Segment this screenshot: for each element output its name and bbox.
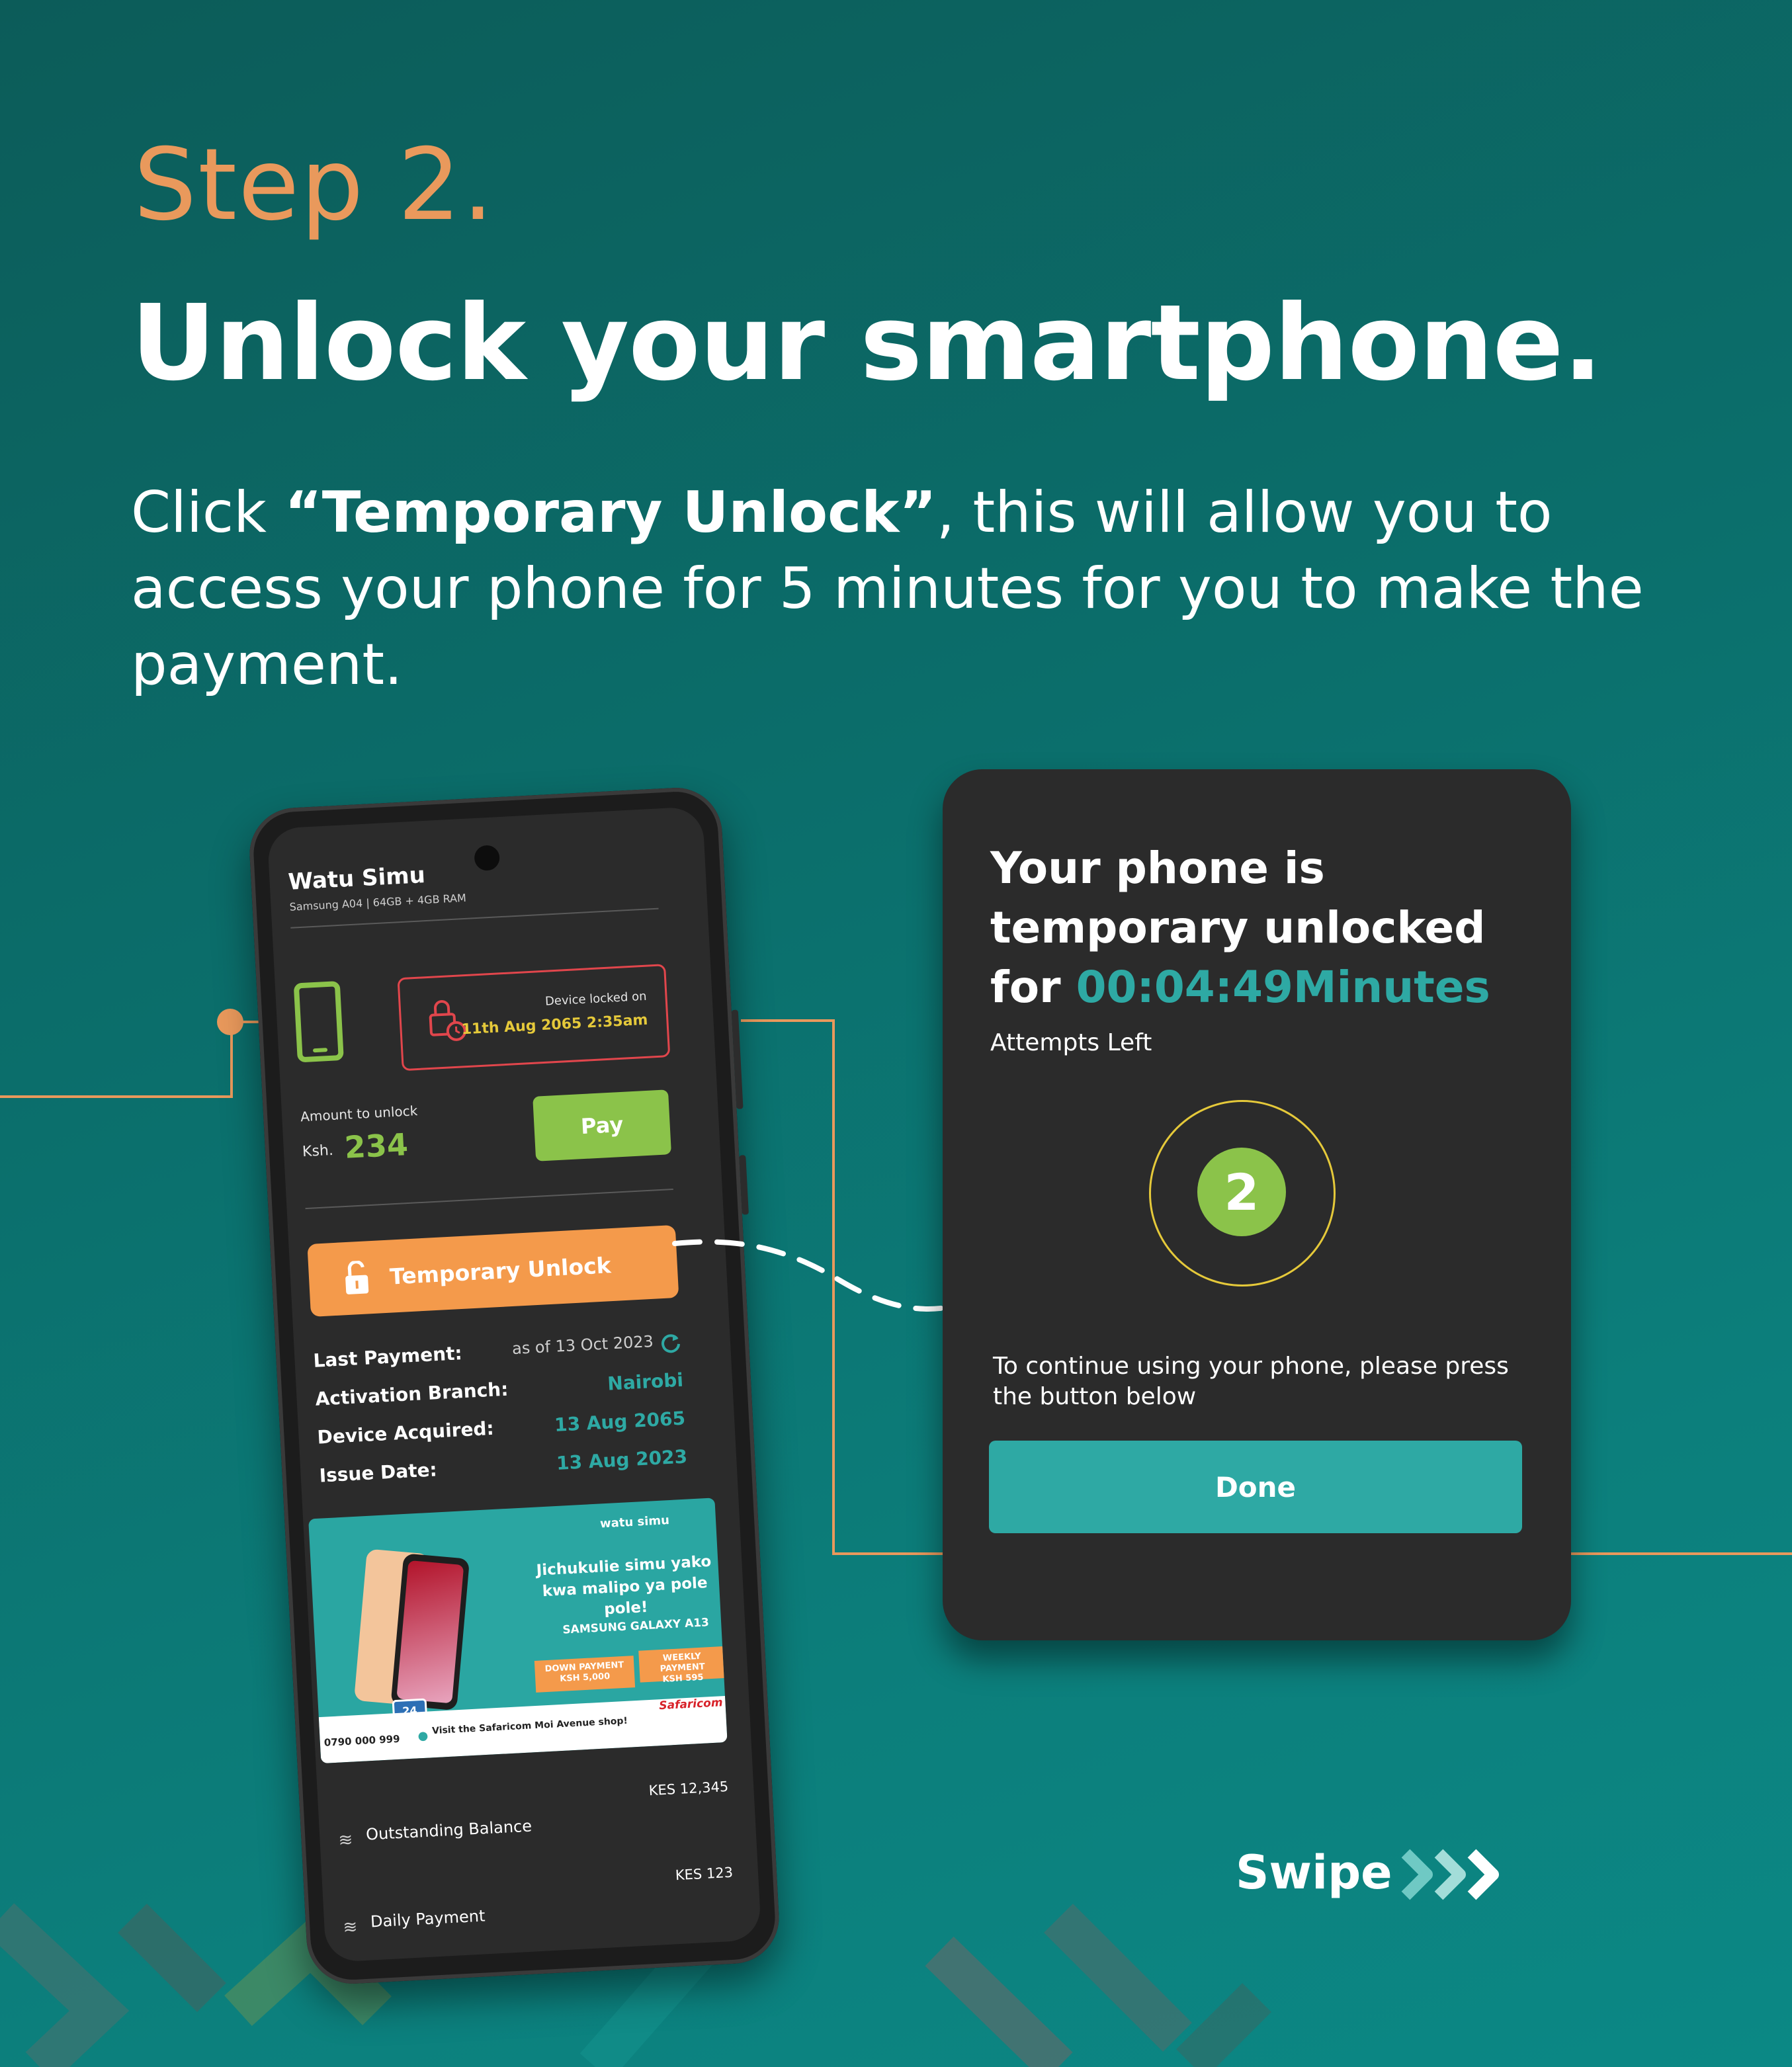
phone-device-icon: [293, 980, 344, 1063]
divider: [290, 907, 659, 929]
ad-phone-number: 0790 000 999: [323, 1732, 400, 1749]
detail-row-activation-branch: Activation Branch: Nairobi: [314, 1369, 684, 1410]
ad-weekly-payment: WEEKLY PAYMENT KSH 595: [638, 1646, 726, 1685]
device-locked-panel: Device locked on 11th Aug 2065 2:35am: [397, 964, 671, 1072]
divider: [305, 1189, 673, 1210]
swipe-arrows-icon: [1401, 1849, 1499, 1900]
temporary-unlock-button[interactable]: Temporary Unlock: [307, 1224, 679, 1317]
ad-brand: watu simu: [599, 1513, 670, 1531]
phone-screen: Watu Simu Samsung A04 | 64GB + 4GB RAM D…: [267, 806, 762, 1963]
outstanding-balance-label: Outstanding Balance: [365, 1816, 533, 1844]
connector-dot: [217, 1009, 243, 1035]
ad-down-payment: DOWN PAYMENT KSH 5,000: [534, 1656, 636, 1693]
swipe-label: Swipe: [1236, 1845, 1392, 1900]
lock-date: 11th Aug 2065 2:35am: [461, 1011, 648, 1038]
amount-label: Amount to unlock: [300, 1103, 418, 1125]
done-button[interactable]: Done: [989, 1441, 1522, 1533]
headline: Unlock your smartphone.: [131, 282, 1603, 404]
ad-visit-text: Visit the Safaricom Moi Avenue shop!: [431, 1715, 628, 1737]
attempts-count: 2: [1197, 1148, 1286, 1236]
amount-value: 234: [343, 1126, 409, 1165]
connector-line: [0, 1095, 233, 1098]
camera-icon: [473, 845, 500, 872]
app-title: Watu Simu: [287, 862, 426, 896]
daily-payment-label: Daily Payment: [370, 1906, 486, 1931]
ad-phone-image: [390, 1553, 470, 1711]
unlock-status-card: Your phone is temporary unlocked for 00:…: [943, 769, 1571, 1640]
unlock-timer: 00:04:49Minutes: [1076, 962, 1490, 1013]
money-icon: ≋: [337, 1830, 354, 1851]
smartphone: Watu Simu Samsung A04 | 64GB + 4GB RAM D…: [247, 785, 782, 1986]
money-icon: ≋: [342, 1917, 359, 1938]
card-title: Your phone is temporary unlocked for 00:…: [990, 843, 1490, 1013]
continue-instructions: To continue using your phone, please pre…: [993, 1353, 1509, 1410]
temporary-unlock-label: Temporary Unlock: [389, 1251, 612, 1290]
sponsor-logo: Safaricom: [658, 1696, 724, 1713]
location-pin-icon: ●: [417, 1728, 429, 1744]
outstanding-balance-value: KES 12,345: [648, 1778, 729, 1799]
connector-line: [741, 1019, 835, 1022]
detail-row-last-payment: Last Payment: as of 13 Oct 2023: [313, 1331, 682, 1376]
instruction-text: Click “Temporary Unlock”, this will allo…: [131, 480, 1644, 698]
detail-row-device-acquired: Device Acquired: 13 Aug 2065: [316, 1407, 686, 1449]
detail-row-issue-date: Issue Date: 13 Aug 2023: [318, 1445, 688, 1487]
device-spec: Samsung A04 | 64GB + 4GB RAM: [289, 891, 467, 913]
lock-label: Device locked on: [544, 989, 648, 1009]
attempts-left-label: Attempts Left: [990, 1029, 1152, 1056]
pay-button[interactable]: Pay: [533, 1089, 672, 1161]
promo-banner[interactable]: watu simu 24 Jichukulie simu yako kwa ma…: [308, 1498, 728, 1764]
ad-footer: 0790 000 999 ● Visit the Safaricom Moi A…: [318, 1695, 728, 1764]
daily-payment-value: KES 123: [675, 1864, 734, 1884]
currency-label: Ksh.: [302, 1142, 334, 1161]
temporary-unlock-emphasis: “Temporary Unlock”: [284, 480, 937, 546]
unlock-icon: [345, 1260, 369, 1294]
step-label: Step 2.: [134, 128, 495, 243]
ad-headline: Jichukulie simu yako kwa malipo ya pole …: [536, 1552, 712, 1619]
